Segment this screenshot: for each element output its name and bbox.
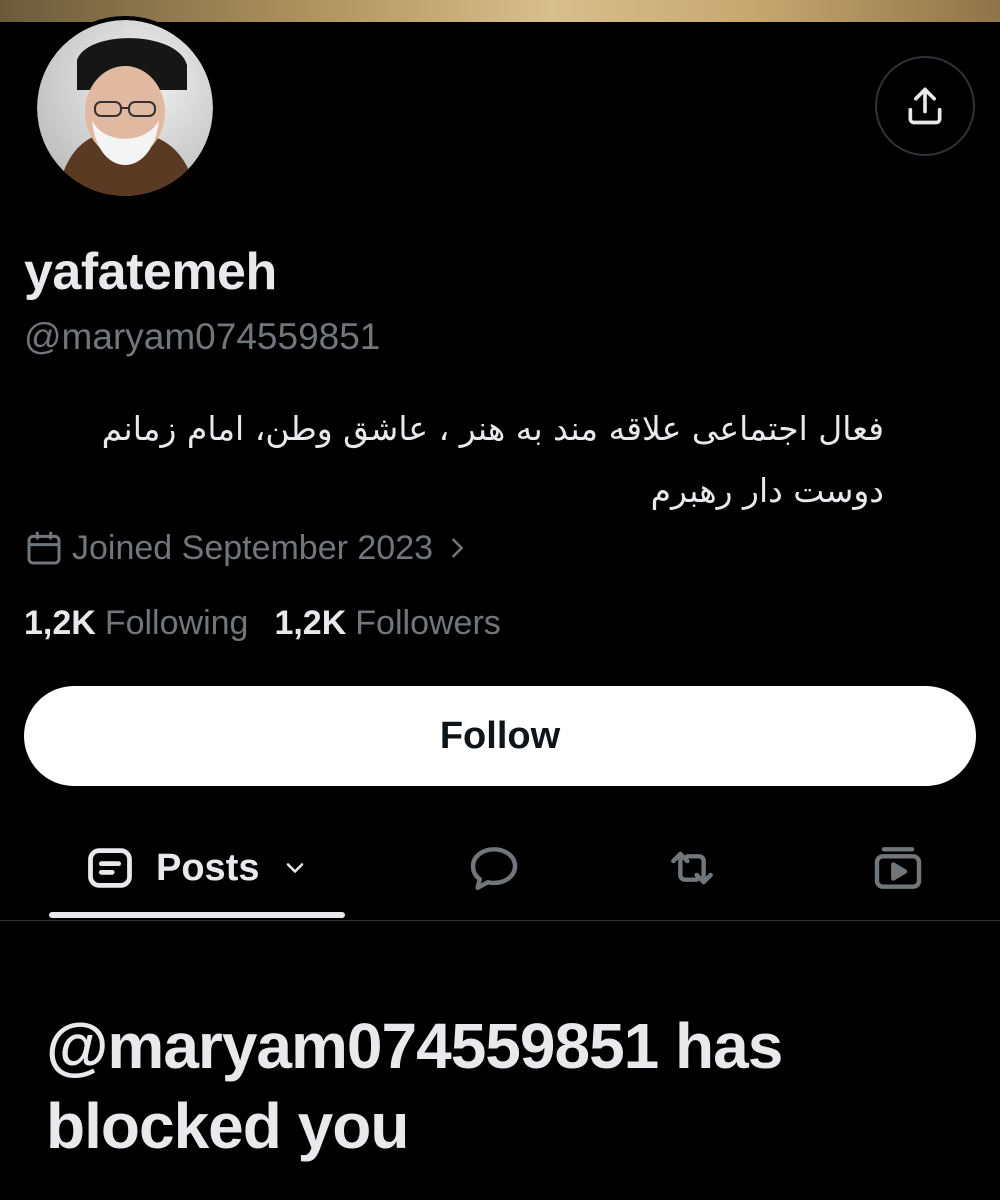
chevron-down-icon[interactable] [281,854,309,882]
follow-button[interactable]: Follow [24,686,976,786]
bio-line: دوست دار رهبرم [650,471,884,510]
chevron-right-icon [452,538,463,558]
bio-line: فعال اجتماعی علاقه مند به هنر ، عاشق وطن… [101,409,884,448]
avatar[interactable] [33,16,217,200]
following-stat[interactable]: 1,2K Following [24,604,248,643]
share-icon [908,87,942,125]
active-tab-indicator [49,912,345,918]
blocked-message: @maryam074559851 has blocked you [46,1010,783,1162]
tab-posts[interactable]: Posts [84,820,309,916]
replies-icon [470,847,518,891]
calendar-icon [27,531,61,565]
tab-reposts[interactable] [664,820,720,916]
profile-handle: @maryam074559851 [24,316,381,357]
posts-icon [88,848,132,888]
tab-media[interactable] [870,820,926,916]
share-button[interactable] [875,56,975,156]
joined-date[interactable]: Joined September 2023 [24,528,471,568]
profile-stats: 1,2K Following 1,2K Followers [24,604,527,643]
joined-text: Joined September 2023 [72,528,434,567]
avatar-image [37,20,213,196]
reposts-icon [671,851,713,885]
tab-replies[interactable] [466,820,522,916]
display-name: yafatemeh [24,243,277,301]
media-icon [874,847,922,889]
followers-count: 1,2K [274,604,347,642]
followers-stat[interactable]: 1,2K Followers [274,604,500,643]
followers-label: Followers [355,604,501,642]
profile-tabs: Posts [0,820,1000,921]
following-label: Following [104,604,249,642]
following-count: 1,2K [24,604,96,642]
tab-posts-label: Posts [156,846,260,889]
profile-bio: فعال اجتماعی علاقه مند به هنر ، عاشق وطن… [24,398,884,522]
